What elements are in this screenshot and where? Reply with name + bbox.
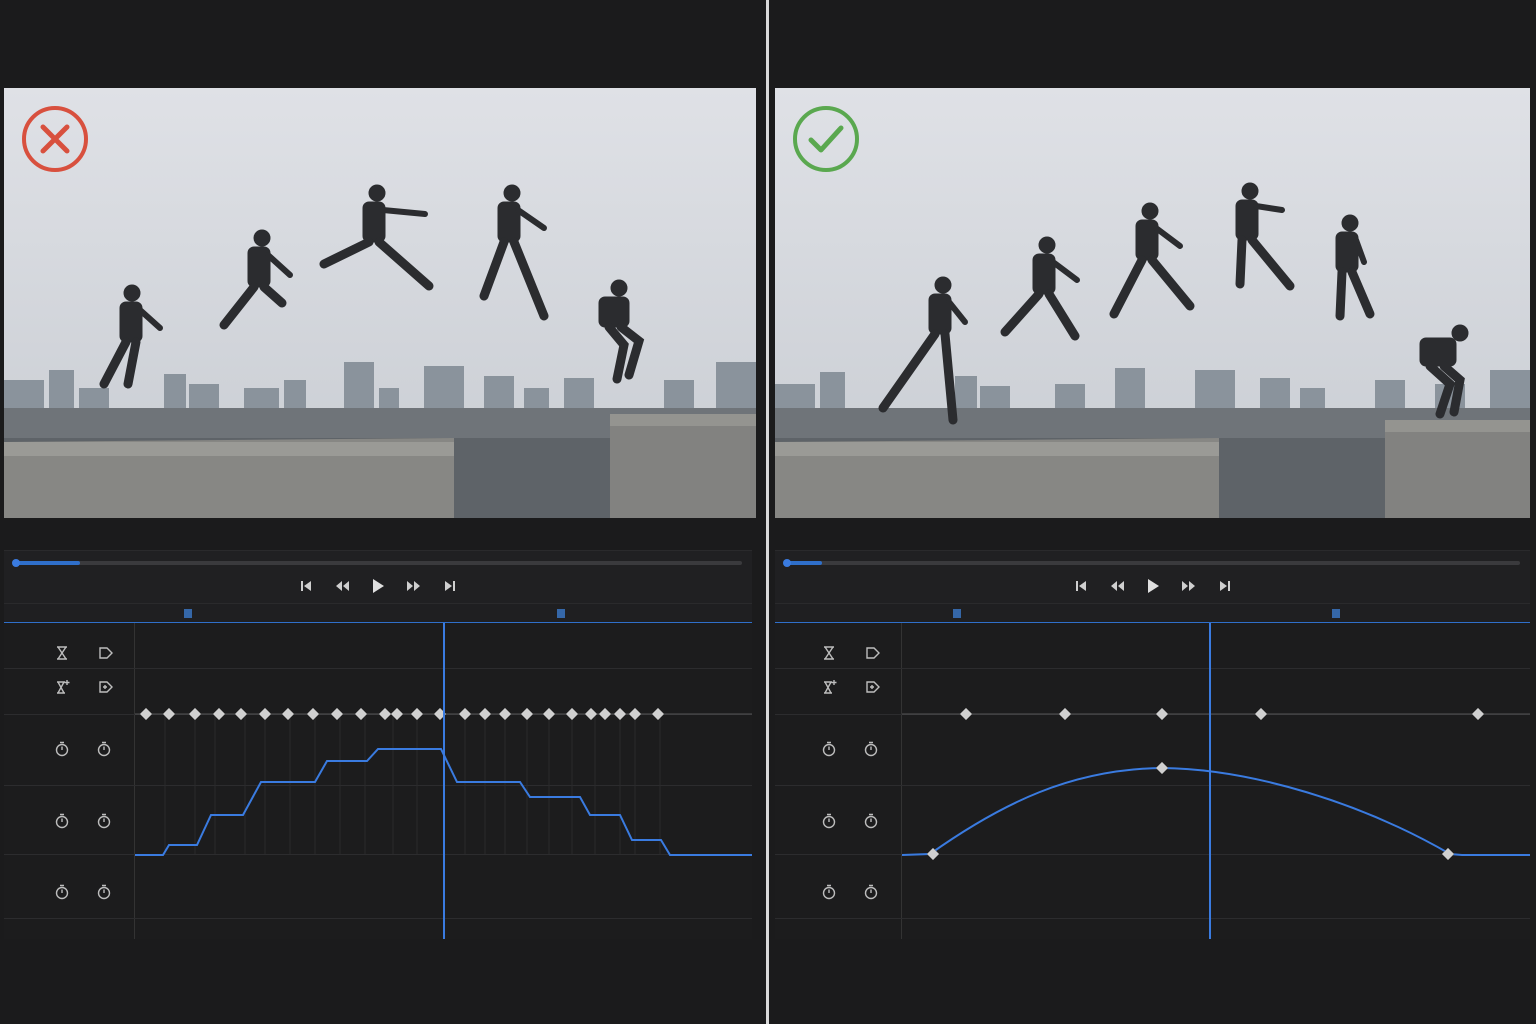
animation-curve-left[interactable] — [135, 623, 752, 939]
play-icon — [373, 579, 384, 593]
add-keyframe-tag-icon[interactable] — [865, 679, 881, 695]
stopwatch-icon[interactable] — [821, 884, 837, 900]
skip-to-start-icon — [1075, 581, 1086, 591]
graph-editor-right — [775, 623, 1530, 939]
preview-viewport-left — [4, 88, 756, 518]
curve-area-left[interactable] — [135, 623, 752, 939]
skip-to-start-button[interactable] — [1072, 578, 1090, 594]
skip-to-end-icon — [445, 581, 455, 591]
stopwatch-icon[interactable] — [54, 813, 70, 829]
check-circle-icon — [793, 106, 859, 172]
range-marker[interactable] — [953, 609, 961, 618]
skip-to-end-button[interactable] — [1216, 578, 1234, 594]
play-icon — [1147, 579, 1159, 593]
track-icon-gutter — [775, 623, 902, 939]
scrub-handle-right[interactable] — [783, 559, 791, 567]
stopwatch-icon[interactable] — [863, 884, 879, 900]
fast-forward-icon — [1181, 581, 1195, 591]
fast-forward-button[interactable] — [1180, 578, 1198, 594]
range-marker[interactable] — [557, 609, 565, 618]
stopwatch-icon[interactable] — [96, 884, 112, 900]
comparison-view — [0, 0, 1536, 1024]
hourglass-icon[interactable] — [54, 645, 70, 661]
stopwatch-icon[interactable] — [96, 813, 112, 829]
rewind-button[interactable] — [1108, 578, 1126, 594]
transport-bar-left — [4, 550, 752, 604]
hourglass-icon[interactable] — [821, 645, 837, 661]
add-hourglass-icon[interactable] — [54, 679, 70, 695]
parkour-scene-left — [4, 88, 756, 518]
stopwatch-icon[interactable] — [863, 813, 879, 829]
scrub-handle-left[interactable] — [12, 559, 20, 567]
rewind-icon — [1110, 581, 1124, 591]
scrub-progress-left — [14, 561, 80, 565]
skip-to-start-icon — [301, 581, 311, 591]
range-marker[interactable] — [1332, 609, 1340, 618]
stopwatch-icon[interactable] — [821, 813, 837, 829]
play-button[interactable] — [369, 578, 387, 594]
rewind-icon — [336, 581, 349, 591]
transport-controls-right — [1072, 578, 1234, 594]
stopwatch-icon[interactable] — [96, 741, 112, 757]
timeline-ruler-left[interactable] — [4, 604, 752, 623]
transport-bar-right — [775, 550, 1530, 604]
x-circle-icon — [22, 106, 88, 172]
scrub-bar-left[interactable] — [12, 559, 742, 567]
transport-controls-left — [297, 578, 459, 594]
preview-viewport-right — [775, 88, 1530, 518]
scrub-bar-right[interactable] — [783, 559, 1520, 567]
rewind-button[interactable] — [333, 578, 351, 594]
left-panel — [0, 0, 766, 1024]
keyframe-tag-icon[interactable] — [865, 645, 881, 661]
fast-forward-button[interactable] — [405, 578, 423, 594]
animation-curve-right[interactable] — [901, 623, 1530, 939]
right-panel — [769, 0, 1536, 1024]
stopwatch-icon[interactable] — [863, 741, 879, 757]
parkour-scene-right — [775, 88, 1530, 518]
stopwatch-icon[interactable] — [54, 884, 70, 900]
skip-to-end-icon — [1219, 581, 1230, 591]
play-button[interactable] — [1144, 578, 1162, 594]
add-keyframe-tag-icon[interactable] — [98, 679, 114, 695]
track-icon-gutter — [4, 623, 135, 939]
timeline-ruler-right[interactable] — [775, 604, 1530, 623]
add-hourglass-icon[interactable] — [821, 679, 837, 695]
graph-editor-left — [4, 623, 752, 939]
skip-to-start-button[interactable] — [297, 578, 315, 594]
skip-to-end-button[interactable] — [441, 578, 459, 594]
keyframe-tag-icon[interactable] — [98, 645, 114, 661]
curve-area-right[interactable] — [901, 623, 1530, 939]
fast-forward-icon — [407, 581, 420, 591]
range-marker[interactable] — [184, 609, 192, 618]
stopwatch-icon[interactable] — [54, 741, 70, 757]
stopwatch-icon[interactable] — [821, 741, 837, 757]
